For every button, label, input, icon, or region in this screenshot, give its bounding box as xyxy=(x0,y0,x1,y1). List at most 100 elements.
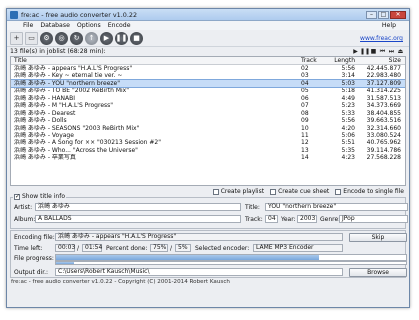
website-link[interactable]: www.freac.org xyxy=(360,35,403,42)
row-track: 10 xyxy=(301,124,309,132)
stop-icon: ■ xyxy=(133,34,140,42)
row-size: 38.404.855 xyxy=(366,109,401,117)
track-field[interactable]: 04 xyxy=(265,215,278,223)
joblist-row[interactable]: 浜崎 あゆみ - YOU "northern breeze" 04 5:03 37.1… xyxy=(11,78,405,89)
query-icon: ↻ xyxy=(73,34,80,42)
row-track: 09 xyxy=(301,117,309,125)
pause-track-icon[interactable]: ❚❚ xyxy=(360,48,370,55)
joblist-row[interactable]: 浜崎 あゆみ - Dearest 08 5:33 38.404.855 xyxy=(11,110,405,117)
show-title-info-checkbox[interactable] xyxy=(14,193,20,200)
browse-button[interactable]: Browse xyxy=(349,268,407,277)
row-size: 31.587.513 xyxy=(366,94,401,102)
row-title: 浜崎 あゆみ - M "H.A.L'S Progress" xyxy=(14,102,114,110)
artist-field[interactable]: 浜崎 あゆみ xyxy=(35,203,241,211)
menu-database[interactable]: Database xyxy=(40,22,70,29)
column-track[interactable]: Track xyxy=(298,57,333,64)
column-length[interactable]: Length xyxy=(333,57,358,64)
create-playlist-label: Create playlist xyxy=(220,188,265,195)
menu-file[interactable]: File xyxy=(23,22,33,29)
column-size[interactable]: Size xyxy=(358,57,405,64)
output-dir-label: Output dir.: xyxy=(14,269,49,276)
column-title[interactable]: Title xyxy=(11,57,298,64)
row-title: 浜崎 あゆみ - Voyage xyxy=(14,131,74,139)
joblist-row[interactable]: 浜崎 あゆみ - Voyage 11 5:06 33.080.524 xyxy=(11,132,405,139)
play-icon: ▶ xyxy=(103,34,110,42)
menu-options[interactable]: Options xyxy=(77,22,101,29)
row-track: 05 xyxy=(301,87,309,95)
row-length: 4:49 xyxy=(341,94,355,102)
show-title-info-toggle[interactable]: Show title info xyxy=(13,193,66,200)
encoding-status-panel: Encoding file: 浜崎 あゆみ - appears "H.A.L'S… xyxy=(10,230,407,278)
menu-help[interactable]: Help xyxy=(382,22,396,29)
encoder-field[interactable]: LAME MP3 Encoder xyxy=(253,244,343,252)
album-label: Album: xyxy=(14,216,36,223)
stop-encoding-button[interactable]: ■ xyxy=(130,31,143,45)
joblist-row[interactable]: 浜崎 あゆみ - TO BE "2002 ReBirth Mix" 05 5:18 4… xyxy=(11,87,405,94)
percent-done-field: 75% xyxy=(150,244,168,252)
row-track: 04 xyxy=(301,79,309,87)
cddb-submit-button[interactable]: ↑ xyxy=(85,31,98,45)
app-icon xyxy=(10,10,18,19)
genre-field[interactable]: JPop xyxy=(339,215,408,223)
row-title: 浜崎 あゆみ - HANABI xyxy=(14,94,75,102)
menu-bar: File Database Options Encode Help xyxy=(7,21,409,30)
joblist-row[interactable]: 浜崎 あゆみ - A Song for ×× "030213 Session #… xyxy=(11,139,405,146)
play-track-icon[interactable]: ▶ xyxy=(351,48,360,55)
single-file-checkbox[interactable] xyxy=(335,188,342,195)
file-progress-bar xyxy=(55,254,407,261)
eject-icon[interactable]: ⏏ xyxy=(396,48,405,55)
previous-track-icon[interactable]: ⏮ xyxy=(378,48,387,55)
skip-button[interactable]: Skip xyxy=(349,233,407,242)
album-field[interactable]: A BALLADS xyxy=(35,215,241,223)
row-track: 12 xyxy=(301,139,309,147)
row-title: 浜崎 あゆみ - A Song for ×× "030213 Session #… xyxy=(14,139,161,147)
cddb-query-button[interactable]: ↻ xyxy=(70,31,83,45)
create-playlist-checkbox[interactable] xyxy=(212,188,219,195)
title-field[interactable]: YOU "northern breeze" xyxy=(265,203,408,211)
start-encoding-button[interactable]: ▶ xyxy=(100,31,113,45)
row-track: 13 xyxy=(301,146,309,154)
output-dir-field[interactable]: C:\Users\Robert Kausch\Music\ xyxy=(55,268,343,276)
menu-encode[interactable]: Encode xyxy=(108,22,131,29)
joblist-row[interactable]: 浜崎 あゆみ - Key ~ eternal tie ver. ~ 03 3:14 2… xyxy=(11,72,405,79)
settings-button[interactable]: ⚙ xyxy=(40,31,53,45)
close-button[interactable]: ✕ xyxy=(390,10,406,19)
joblist-info-bar: 13 file(s) in joblist (68:28 min): ▶ ❚❚ … xyxy=(7,47,409,56)
percent-separator: / xyxy=(170,245,173,252)
row-title: 浜崎 あゆみ - 卒業写真 xyxy=(14,154,76,162)
joblist-row[interactable]: 浜崎 あゆみ - SEASONS "2003 ReBirth Mix" 10 4:2… xyxy=(11,125,405,132)
joblist: Title Track Length Size 浜崎 あゆみ - appears… xyxy=(10,56,406,186)
joblist-row[interactable]: 浜崎 あゆみ - Dolls 09 5:56 39.663.516 xyxy=(11,117,405,124)
pause-encoding-button[interactable]: ❚❚ xyxy=(115,31,128,45)
row-size: 22.983.480 xyxy=(366,72,401,80)
file-progress-fill xyxy=(56,255,319,260)
next-track-icon[interactable]: ⏭ xyxy=(387,48,396,55)
single-file-label: Encode to single file xyxy=(343,188,404,195)
joblist-row[interactable]: 浜崎 あゆみ - M "H.A.L'S Progress" 07 5:23 34.37… xyxy=(11,102,405,109)
joblist-row[interactable]: 浜崎 あゆみ - 卒業写真 14 4:23 27.568.228 xyxy=(11,154,405,161)
add-folder-button[interactable]: ▭ xyxy=(25,31,38,45)
window-title: fre:ac - free audio converter v1.0.22 xyxy=(21,10,138,19)
total-progress-bar xyxy=(55,261,407,265)
row-track: 06 xyxy=(301,94,309,102)
minimize-button[interactable]: – xyxy=(366,10,377,19)
read-cd-button[interactable]: ◎ xyxy=(55,31,68,45)
artist-label: Artist: xyxy=(14,204,33,211)
create-cue-checkbox[interactable] xyxy=(270,188,277,195)
maximize-button[interactable]: □ xyxy=(378,10,389,19)
year-field[interactable]: 2003 xyxy=(297,215,317,223)
gear-icon: ⚙ xyxy=(43,34,50,42)
cd-icon: ◎ xyxy=(58,34,65,42)
add-files-button[interactable]: + xyxy=(10,31,23,45)
track-label: Track: xyxy=(245,216,263,223)
row-size: 33.080.524 xyxy=(366,131,401,139)
row-size: 27.568.228 xyxy=(366,154,401,162)
submit-icon: ↑ xyxy=(88,34,95,42)
row-title: 浜崎 あゆみ - SEASONS "2003 ReBirth Mix" xyxy=(14,124,140,132)
joblist-row[interactable]: 浜崎 あゆみ - Who... "Across the Universe" 13 5… xyxy=(11,147,405,154)
stop-track-icon[interactable]: ■ xyxy=(369,48,378,55)
year-label: Year: xyxy=(281,216,296,223)
row-track: 14 xyxy=(301,154,309,162)
joblist-row[interactable]: 浜崎 あゆみ - HANABI 06 4:49 31.587.513 xyxy=(11,95,405,102)
joblist-row[interactable]: 浜崎 あゆみ - appears "H.A.L'S Progress" 02 5:5… xyxy=(11,65,405,72)
